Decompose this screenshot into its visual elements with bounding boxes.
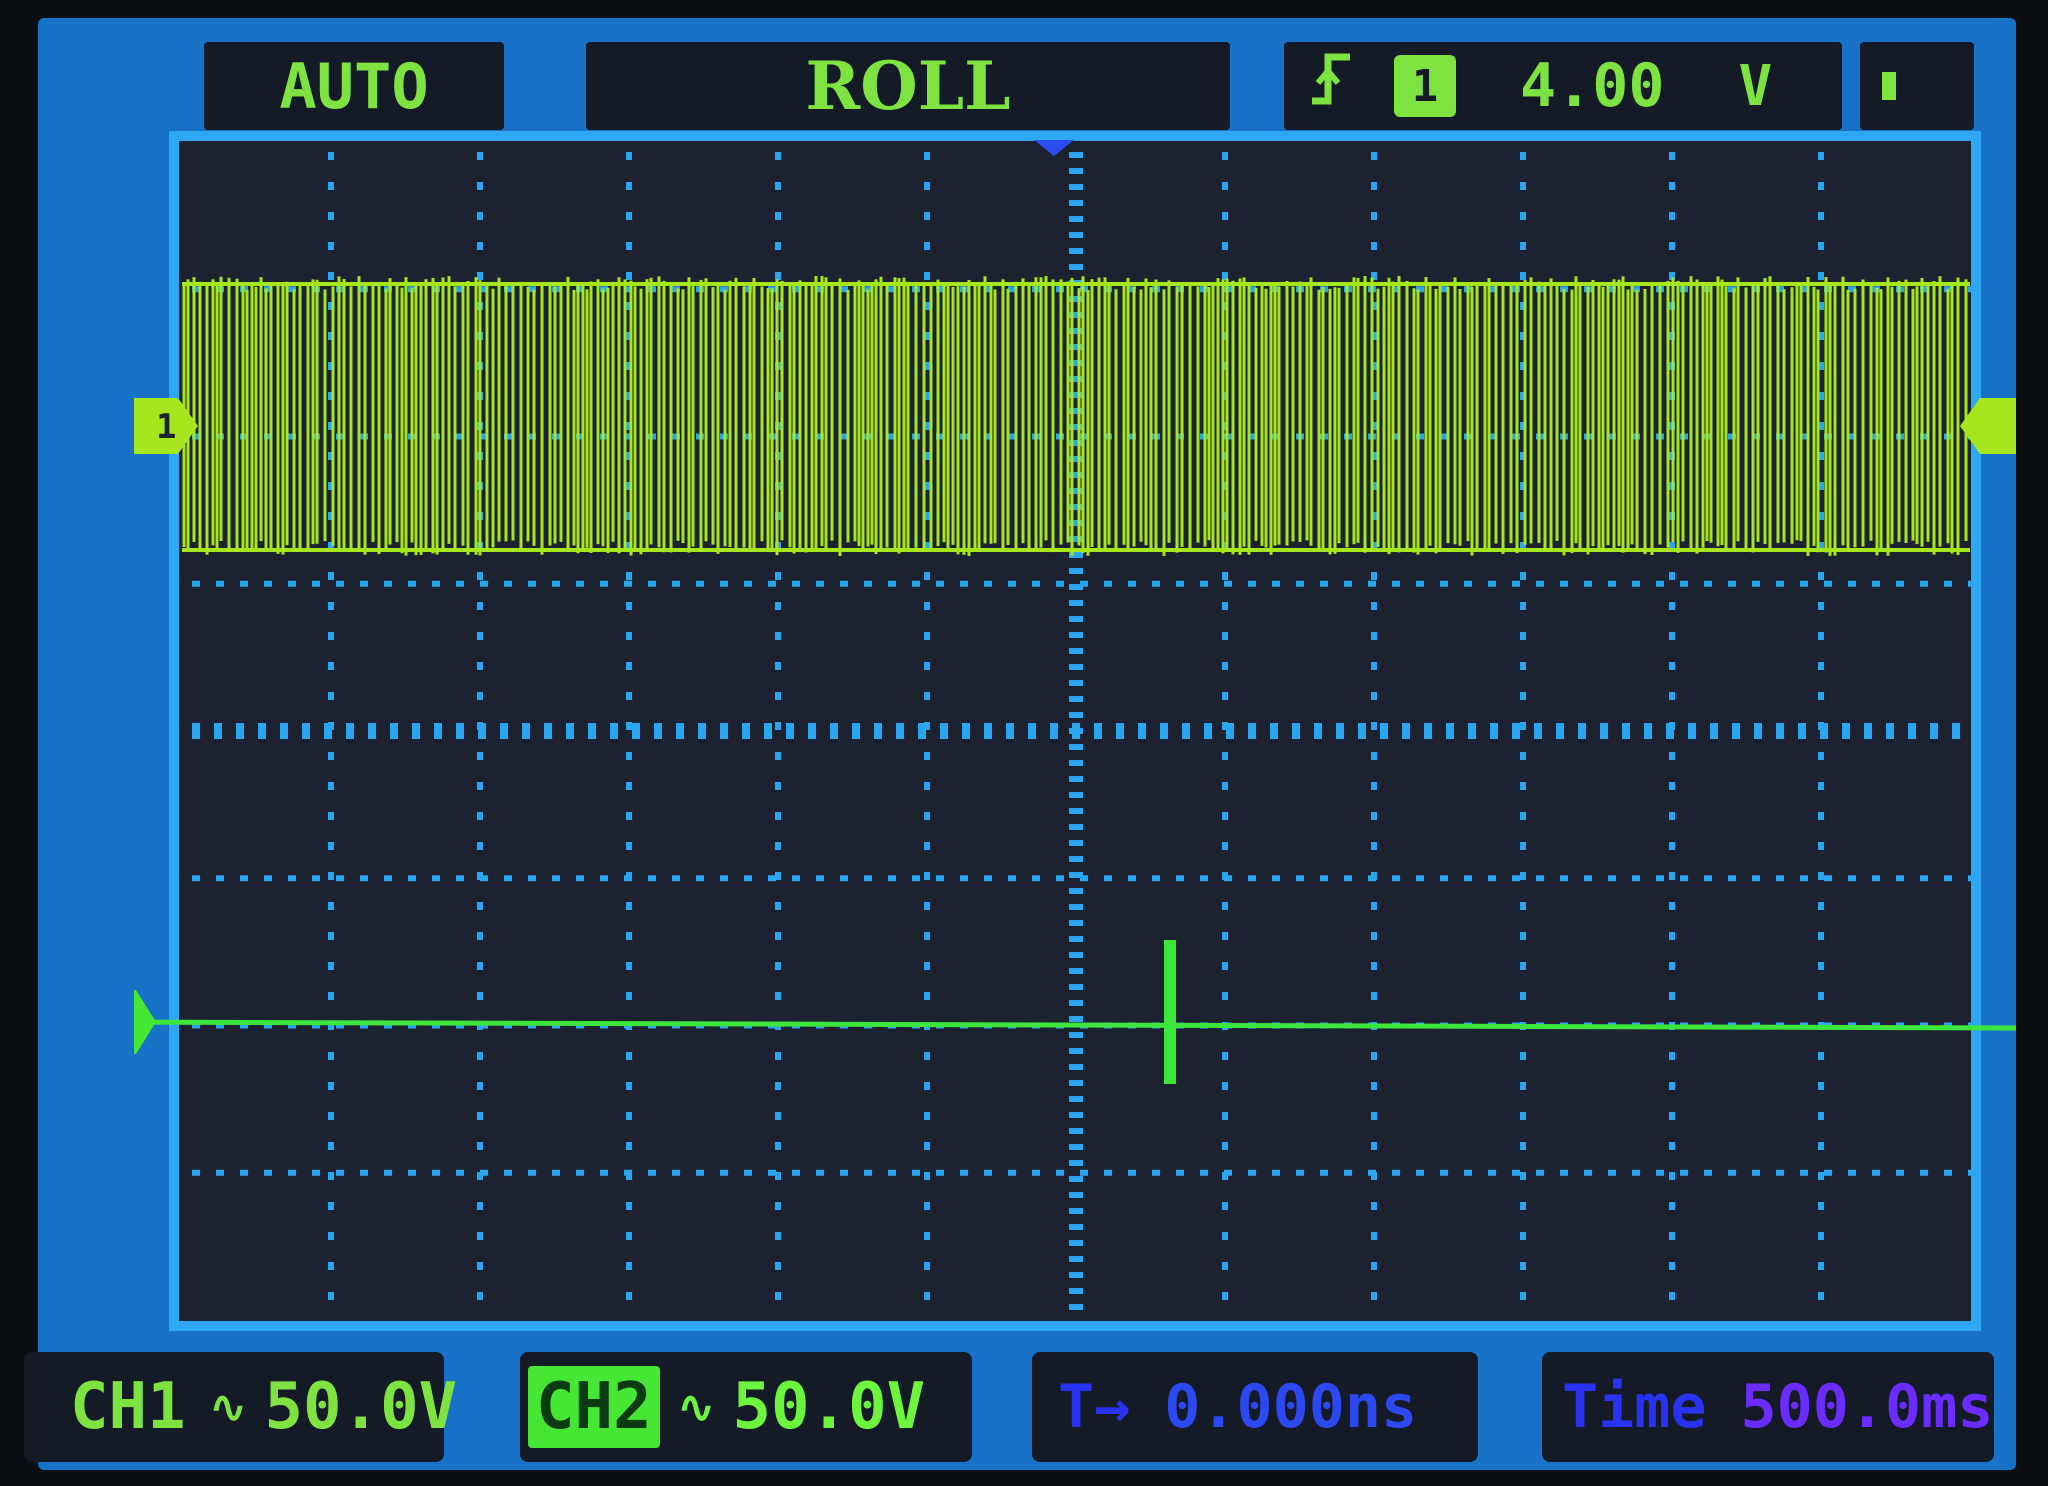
trigger-position-label: T→ bbox=[1058, 1372, 1131, 1442]
trigger-source-badge: 1 bbox=[1394, 55, 1456, 117]
battery-icon bbox=[1860, 42, 1974, 130]
ch2-marker[interactable]: 2 bbox=[134, 990, 156, 1054]
oscilloscope-screen: AUTO ROLL 1 4.00 V 1 CH1 ∿ 50.0V CH2 ∿ 5… bbox=[24, 18, 2016, 1470]
timebase-label: Time bbox=[1562, 1372, 1707, 1442]
trigger-mode-indicator[interactable]: AUTO bbox=[204, 42, 504, 130]
ch2-label: CH2 bbox=[528, 1366, 660, 1448]
ch2-scale: 50.0V bbox=[732, 1370, 926, 1444]
acquisition-mode-indicator[interactable]: ROLL bbox=[586, 42, 1230, 130]
trigger-mode-label: AUTO bbox=[279, 49, 429, 123]
trigger-settings[interactable]: 1 4.00 V bbox=[1284, 42, 1842, 130]
waveform-display[interactable]: 1 2 bbox=[134, 126, 2016, 1356]
ch1-label: CH1 bbox=[70, 1370, 186, 1444]
timebase-value: 500.0ms bbox=[1740, 1372, 1994, 1442]
trigger-level-unit: V bbox=[1738, 53, 1773, 119]
ch2-settings[interactable]: CH2 ∿ 50.0V bbox=[520, 1352, 972, 1462]
ch1-marker-label: 1 bbox=[156, 407, 176, 447]
trigger-level-value: 4.00 bbox=[1520, 51, 1665, 121]
acquisition-mode-label: ROLL bbox=[805, 47, 1011, 125]
waveform-canvas: 1 2 bbox=[134, 131, 2016, 1331]
trigger-position-settings[interactable]: T→ 0.000ns bbox=[1032, 1352, 1478, 1462]
ch1-scale: 50.0V bbox=[264, 1370, 458, 1444]
ac-coupling-icon: ∿ bbox=[209, 1381, 247, 1433]
timebase-settings[interactable]: Time 500.0ms bbox=[1542, 1352, 1994, 1462]
rising-edge-icon bbox=[1308, 49, 1354, 124]
ch1-settings[interactable]: CH1 ∿ 50.0V bbox=[24, 1352, 457, 1462]
ac-coupling-icon: ∿ bbox=[677, 1381, 715, 1433]
battery-level-fill bbox=[1882, 72, 1896, 100]
trigger-position-value: 0.000ns bbox=[1164, 1372, 1418, 1442]
